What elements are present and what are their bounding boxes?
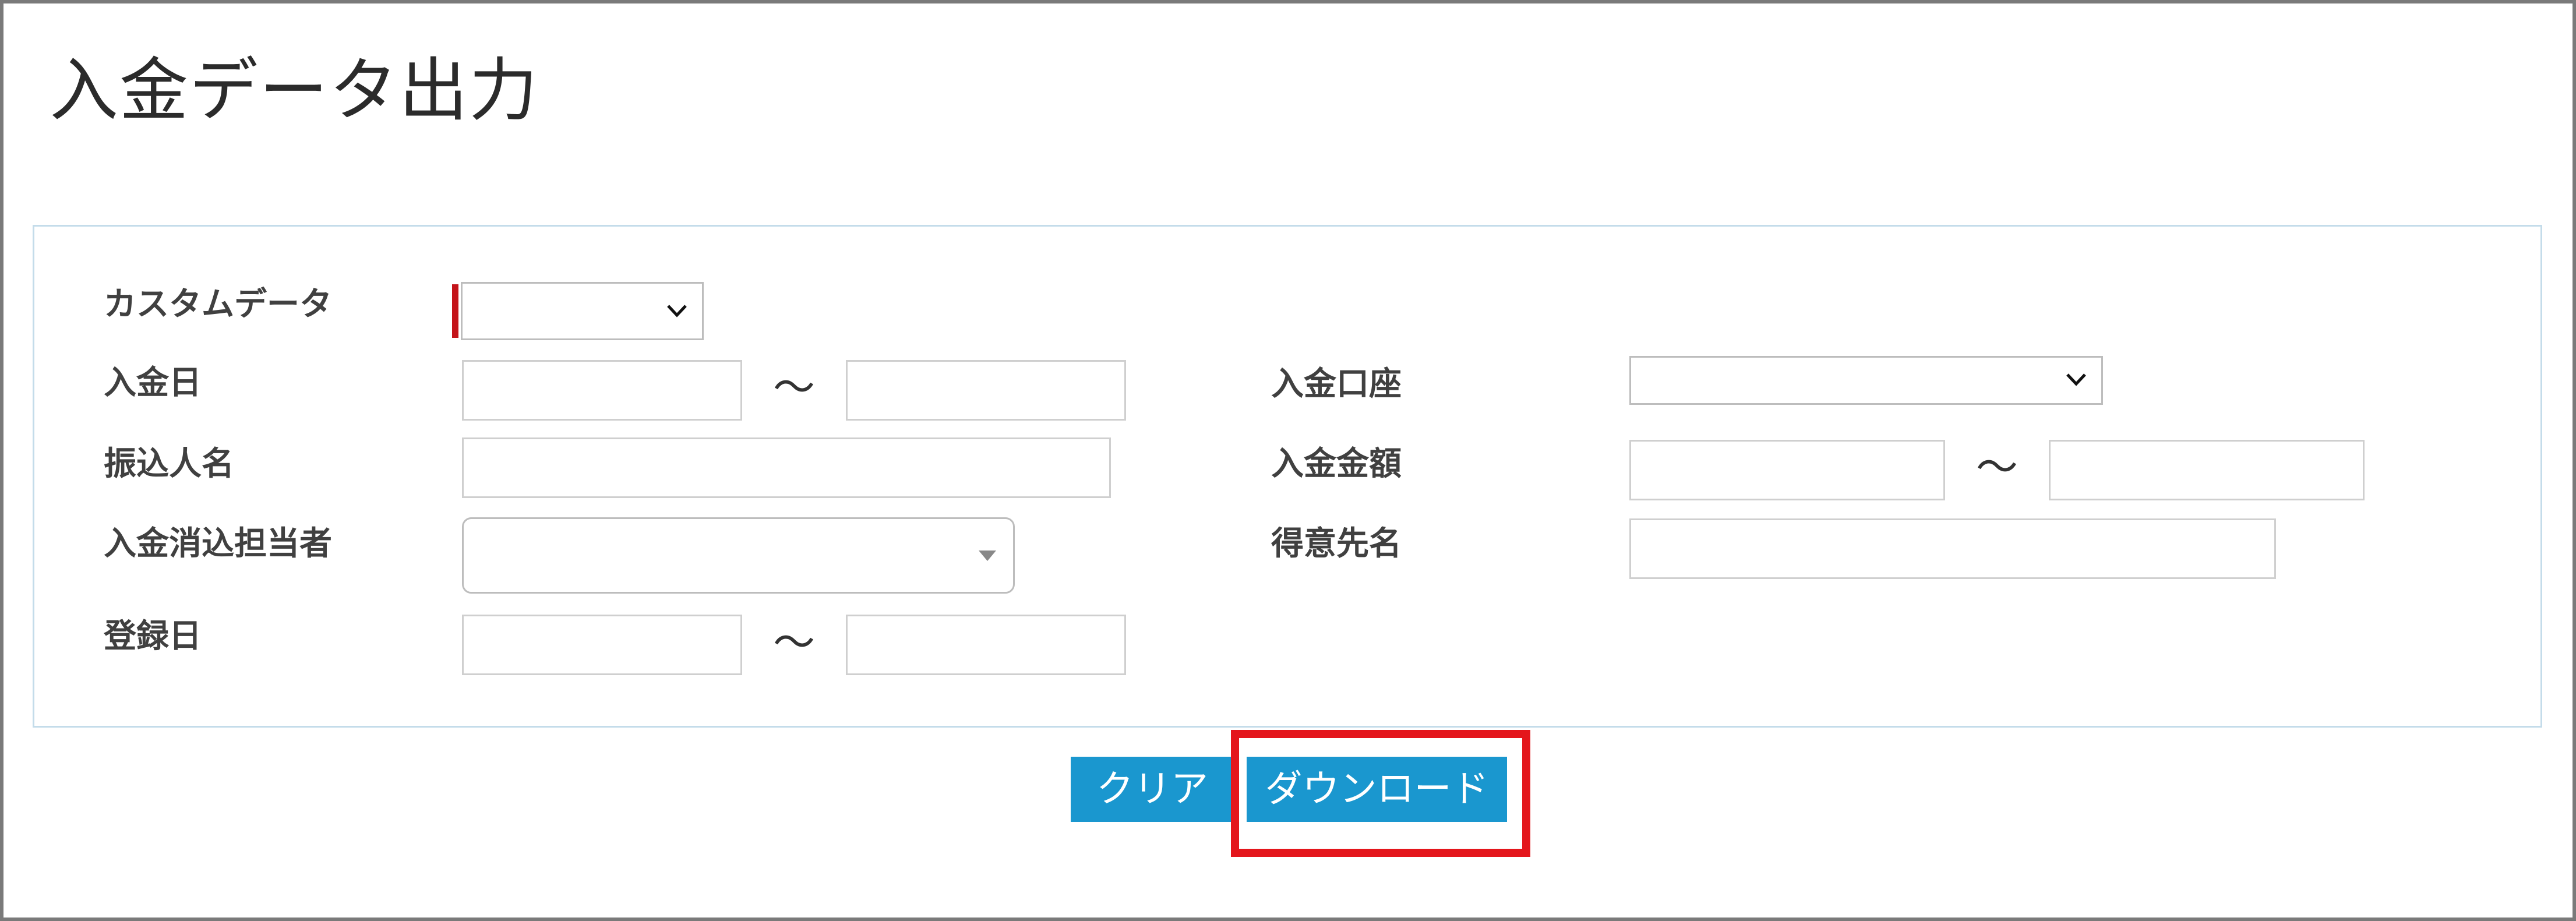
deposit-account-label: 入金口座 — [1271, 365, 1402, 403]
deposit-amount-label: 入金金額 — [1271, 445, 1402, 483]
clearing-person-label: 入金消込担当者 — [104, 525, 332, 563]
required-marker — [452, 284, 458, 338]
custom-data-label: カスタムデータ — [104, 285, 332, 323]
customer-name-label: 得意先名 — [1271, 525, 1402, 563]
registration-date-from-input[interactable] — [462, 615, 742, 675]
transfer-name-label: 振込人名 — [104, 445, 234, 483]
range-separator: ～ — [1976, 443, 2019, 492]
chevron-down-icon — [667, 305, 687, 317]
deposit-date-from-input[interactable] — [462, 360, 742, 421]
customer-name-input[interactable] — [1629, 518, 2276, 579]
transfer-name-input[interactable] — [462, 437, 1111, 498]
range-separator: ～ — [773, 618, 816, 667]
download-highlight-box — [1231, 730, 1530, 857]
registration-date-label: 登録日 — [104, 617, 202, 655]
page-title: 入金データ出力 — [50, 50, 539, 130]
deposit-amount-to-input[interactable] — [2049, 440, 2365, 500]
deposit-date-label: 入金日 — [104, 364, 202, 402]
deposit-amount-from-input[interactable] — [1629, 440, 1945, 500]
custom-data-select[interactable] — [461, 282, 704, 340]
deposit-date-to-input[interactable] — [846, 360, 1126, 421]
range-separator: ～ — [773, 363, 816, 412]
chevron-down-icon — [2066, 373, 2086, 386]
registration-date-to-input[interactable] — [846, 615, 1126, 675]
clearing-person-combobox[interactable] — [462, 517, 1015, 594]
deposit-account-select[interactable] — [1629, 356, 2103, 405]
caret-down-icon — [979, 551, 996, 561]
clear-button[interactable]: クリア — [1071, 757, 1234, 822]
